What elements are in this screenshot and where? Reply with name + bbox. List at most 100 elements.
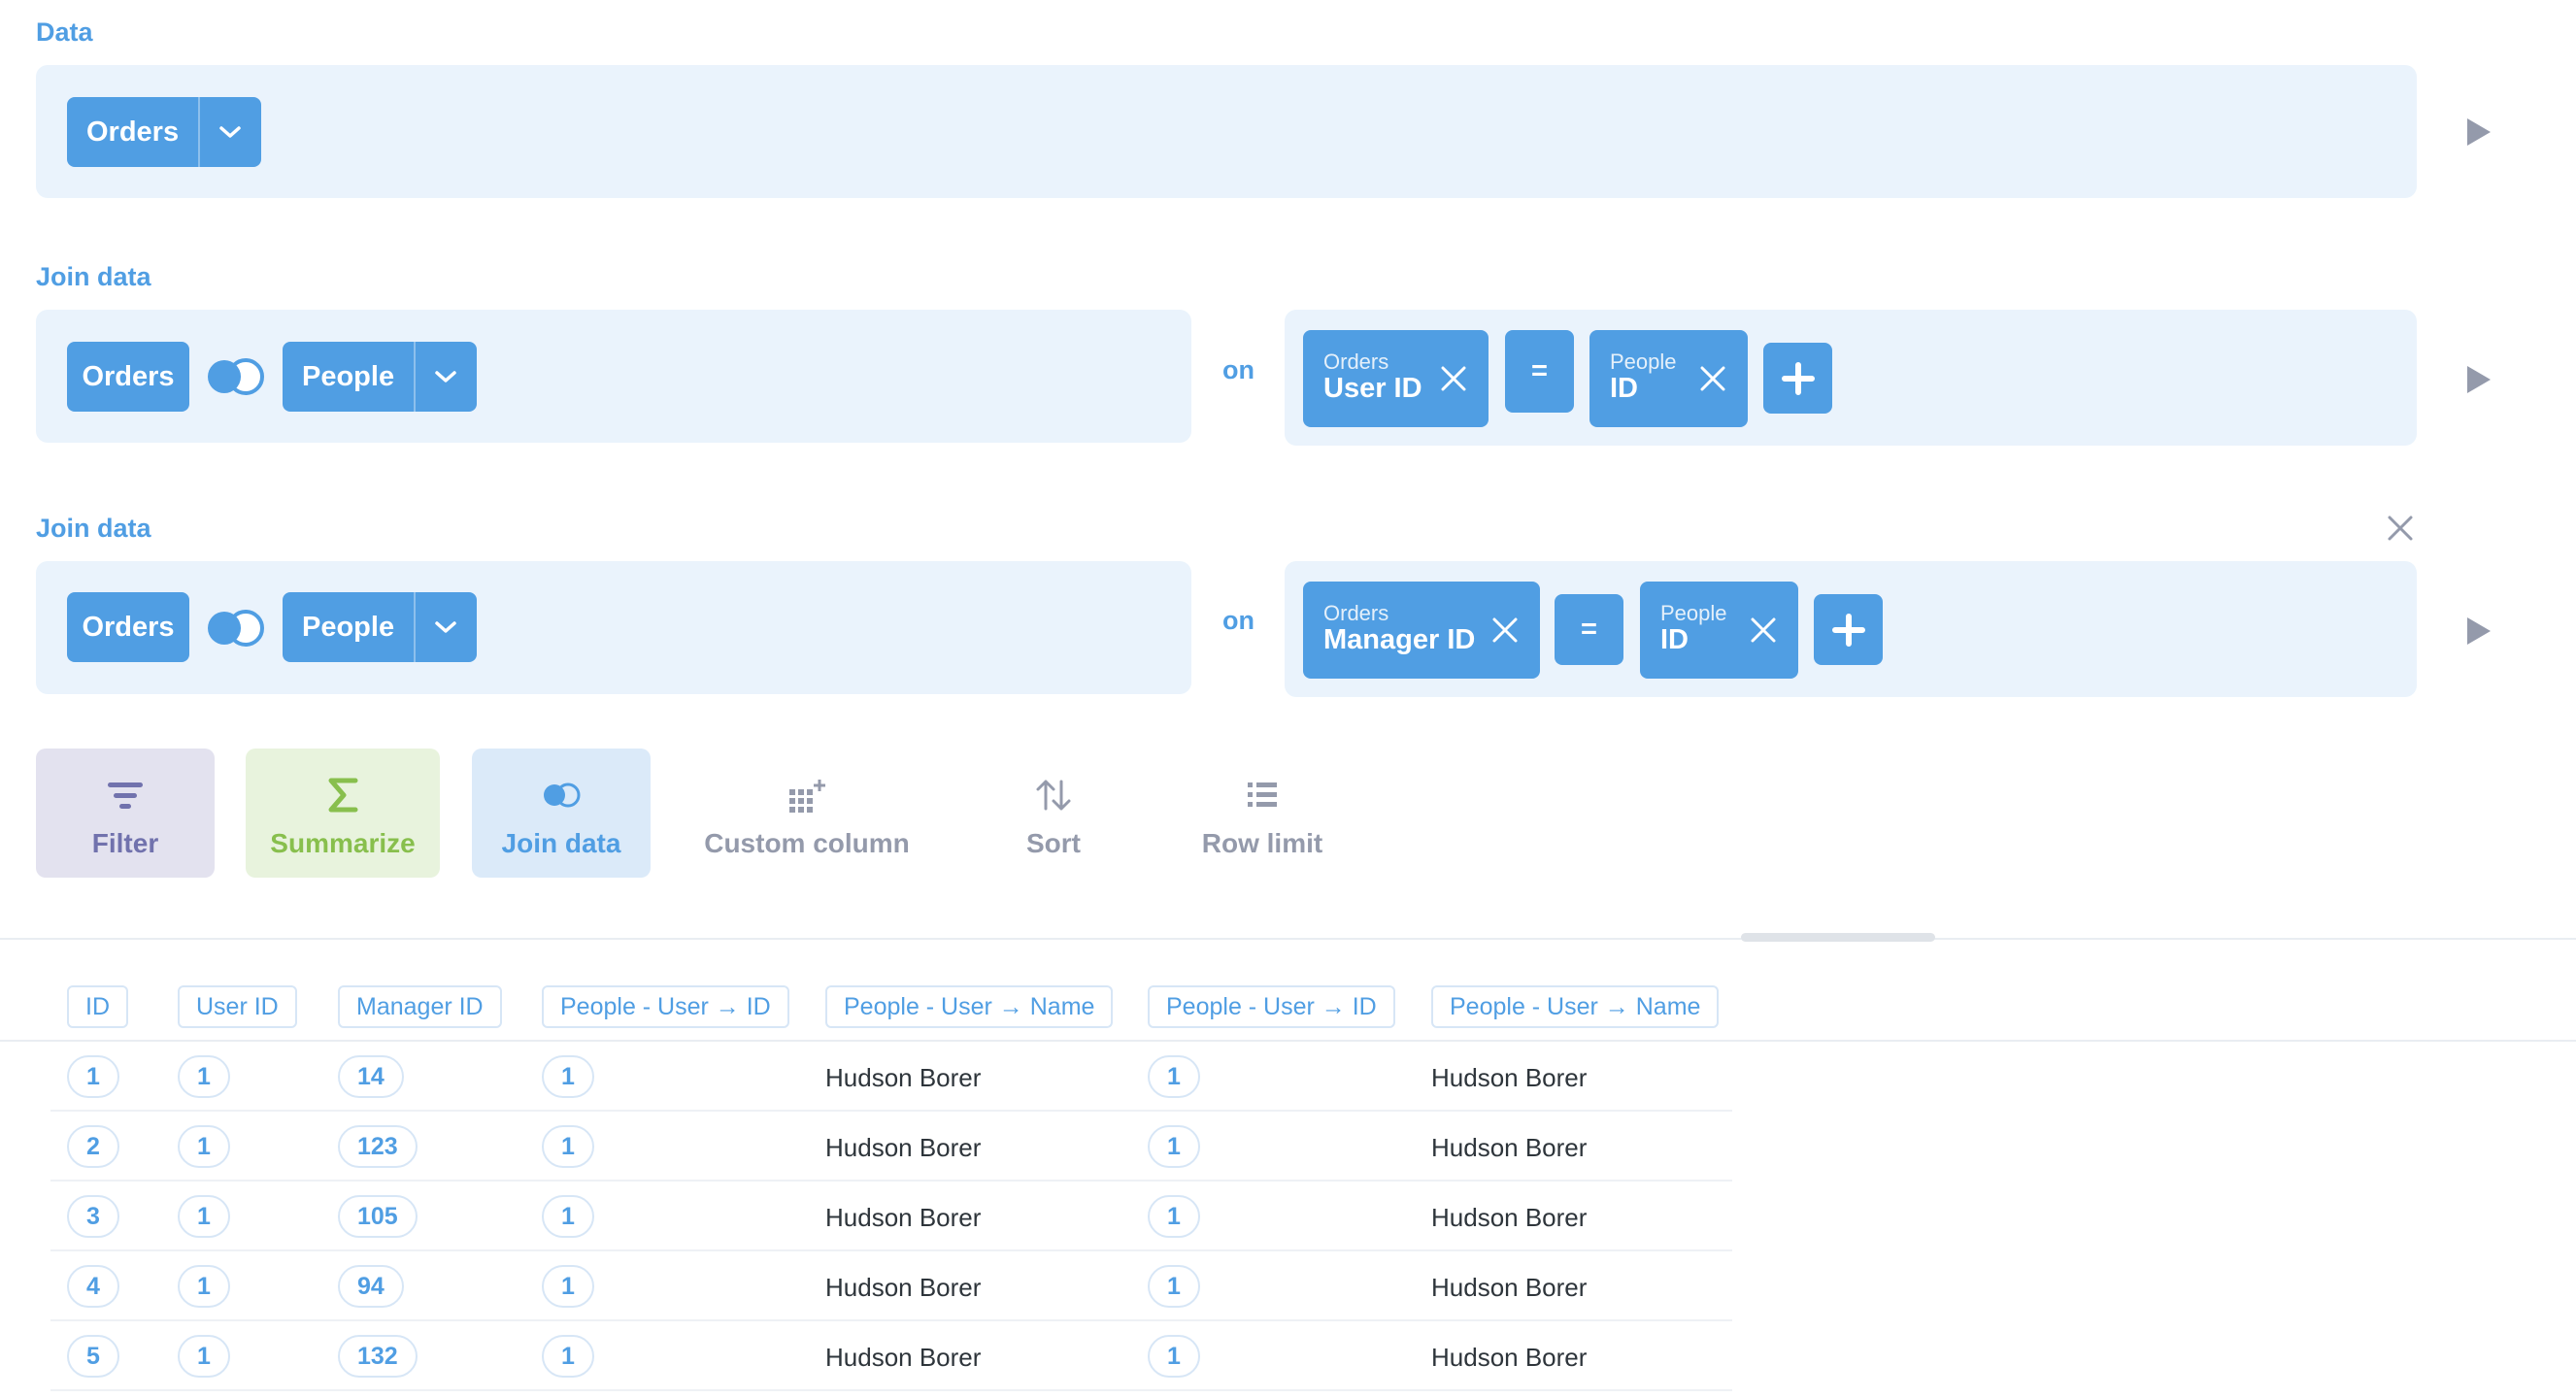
join-right-column-name: ID — [1610, 373, 1638, 404]
column-header-id[interactable]: ID — [67, 985, 128, 1028]
table-cell-link[interactable]: 14 — [338, 1055, 404, 1098]
plus-icon — [1781, 361, 1815, 395]
join-section-title: Join data — [36, 262, 151, 291]
sort-button[interactable]: Sort — [990, 749, 1117, 878]
table-cell-link[interactable]: 1 — [542, 1125, 594, 1168]
column-header-people-user-id[interactable]: People - User → ID — [542, 985, 789, 1028]
data-section-title: Data — [36, 17, 93, 47]
join-type-icon[interactable] — [203, 355, 267, 398]
table-cell: Hudson Borer — [1431, 1273, 1588, 1302]
join-right-column[interactable]: People ID — [1589, 330, 1748, 427]
table-cell: Hudson Borer — [1431, 1063, 1588, 1092]
data-source-picker[interactable]: Orders — [67, 97, 261, 167]
table-cell-link[interactable]: 4 — [67, 1265, 119, 1308]
join-left-table[interactable]: Orders — [67, 342, 189, 412]
row-limit-button[interactable]: Row limit — [1184, 749, 1341, 878]
grid-add-icon — [787, 774, 826, 816]
table-cell-link[interactable]: 132 — [338, 1335, 418, 1378]
join-right-table-picker[interactable]: People — [283, 342, 477, 412]
table-cell-link[interactable]: 1 — [178, 1055, 230, 1098]
data-source-label: Orders — [86, 116, 180, 148]
table-cell-link[interactable]: 105 — [338, 1195, 418, 1238]
join-operator[interactable]: = — [1555, 594, 1623, 665]
remove-step-icon[interactable] — [2385, 513, 2416, 544]
column-header-user-id[interactable]: User ID — [178, 985, 297, 1028]
table-cell-link[interactable]: 5 — [67, 1335, 119, 1378]
column-header-people-user-name[interactable]: People - User → Name — [825, 985, 1114, 1028]
row-divider — [50, 1249, 1732, 1251]
column-header-people-user-name-2[interactable]: People - User → Name — [1431, 985, 1720, 1028]
join-right-table-label: People — [302, 611, 395, 643]
add-condition-button[interactable] — [1763, 343, 1832, 414]
join-left-column-name: Manager ID — [1323, 624, 1476, 655]
close-icon[interactable] — [1748, 615, 1779, 646]
add-condition-button[interactable] — [1814, 594, 1883, 665]
table-cell-link[interactable]: 1 — [1148, 1125, 1200, 1168]
table-cell-link[interactable]: 94 — [338, 1265, 404, 1308]
custom-column-button[interactable]: Custom column — [683, 749, 931, 878]
join-left-column-name: User ID — [1323, 373, 1422, 404]
header-divider — [0, 1040, 2576, 1042]
table-cell-link[interactable]: 1 — [178, 1265, 230, 1308]
table-cell: Hudson Borer — [825, 1063, 982, 1092]
join-data-button[interactable]: Join data — [472, 749, 651, 878]
resize-handle[interactable] — [1741, 933, 1935, 942]
join-icon — [541, 774, 582, 816]
join-right-column-table: People — [1610, 350, 1677, 374]
sort-label: Sort — [1026, 828, 1081, 858]
table-cell-link[interactable]: 1 — [178, 1195, 230, 1238]
column-header-manager-id[interactable]: Manager ID — [338, 985, 502, 1028]
table-cell-link[interactable]: 1 — [1148, 1055, 1200, 1098]
join-left-table[interactable]: Orders — [67, 592, 189, 662]
table-cell-link[interactable]: 1 — [178, 1125, 230, 1168]
table-cell-link[interactable]: 1 — [542, 1195, 594, 1238]
join-left-column[interactable]: Orders User ID — [1303, 330, 1489, 427]
close-icon[interactable] — [1489, 615, 1521, 646]
table-cell-link[interactable]: 1 — [542, 1055, 594, 1098]
table-cell-link[interactable]: 1 — [542, 1335, 594, 1378]
join-left-column[interactable]: Orders Manager ID — [1303, 582, 1540, 679]
sigma-icon — [326, 774, 359, 816]
table-cell-link[interactable]: 1 — [1148, 1195, 1200, 1238]
join-on-label: on — [1222, 606, 1255, 635]
table-cell-link[interactable]: 3 — [67, 1195, 119, 1238]
column-header-people-user-id-2[interactable]: People - User → ID — [1148, 985, 1395, 1028]
join-left-column-table: Orders — [1323, 601, 1389, 625]
join-section-title: Join data — [36, 514, 151, 543]
join-left-table-label: Orders — [82, 611, 175, 643]
run-step-icon[interactable] — [2464, 116, 2493, 148]
filter-icon — [106, 774, 145, 816]
run-step-icon[interactable] — [2464, 364, 2493, 395]
table-cell-link[interactable]: 2 — [67, 1125, 119, 1168]
table-cell-link[interactable]: 123 — [338, 1125, 418, 1168]
table-cell-link[interactable]: 1 — [178, 1335, 230, 1378]
run-step-icon[interactable] — [2464, 616, 2493, 647]
filter-button[interactable]: Filter — [36, 749, 215, 878]
summarize-button[interactable]: Summarize — [246, 749, 440, 878]
join-operator[interactable]: = — [1505, 330, 1574, 413]
join-on-label: on — [1222, 355, 1255, 384]
custom-column-label: Custom column — [704, 828, 910, 858]
table-cell: Hudson Borer — [825, 1273, 982, 1302]
close-icon[interactable] — [1438, 363, 1469, 394]
join-right-column[interactable]: People ID — [1640, 582, 1798, 679]
table-cell: Hudson Borer — [1431, 1203, 1588, 1232]
join-left-table-label: Orders — [82, 360, 175, 392]
close-icon[interactable] — [1697, 363, 1728, 394]
join-right-table-picker[interactable]: People — [283, 592, 477, 662]
sort-arrows-icon — [1034, 774, 1073, 816]
row-limit-label: Row limit — [1201, 828, 1323, 858]
table-cell-link[interactable]: 1 — [67, 1055, 119, 1098]
chevron-down-icon[interactable] — [416, 342, 477, 412]
table-cell-link[interactable]: 1 — [1148, 1335, 1200, 1378]
table-cell-link[interactable]: 1 — [1148, 1265, 1200, 1308]
panel-divider — [0, 938, 2576, 940]
row-divider — [50, 1110, 1732, 1112]
join-left-column-table: Orders — [1323, 350, 1389, 374]
chevron-down-icon[interactable] — [200, 97, 261, 167]
join-type-icon[interactable] — [203, 607, 267, 649]
summarize-label: Summarize — [270, 828, 416, 858]
chevron-down-icon[interactable] — [416, 592, 477, 662]
table-cell: Hudson Borer — [825, 1343, 982, 1372]
table-cell-link[interactable]: 1 — [542, 1265, 594, 1308]
